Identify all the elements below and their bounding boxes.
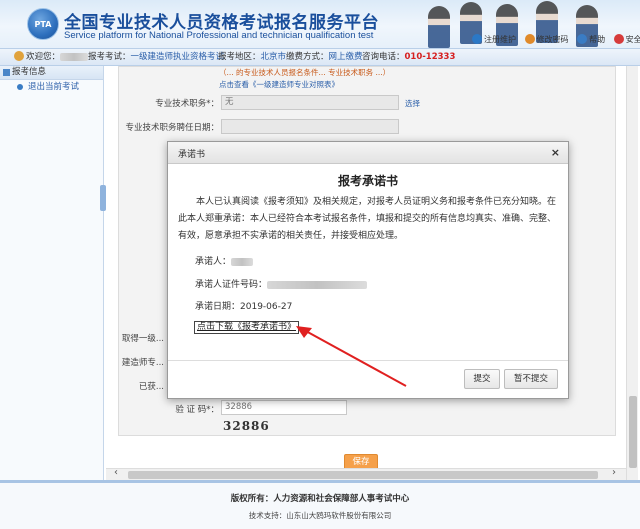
sidebar-item-exit-exam[interactable]: 退出当前考试 — [0, 80, 103, 94]
pledger-name-redacted — [231, 257, 254, 266]
horizontal-scrollbar[interactable]: ‹ › — [106, 467, 626, 480]
pledger-id-row: 承诺人证件号码： — [195, 277, 368, 290]
account-links: 注册维护 修改密码 帮助 安全退出 — [472, 34, 640, 45]
horizontal-scroll-thumb[interactable] — [128, 471, 598, 479]
username-redacted — [60, 52, 89, 61]
form-note: （... 的专业技术人员报名条件... 专业技术职务 ...） — [219, 68, 391, 77]
builder-major-label: 建造师专... — [121, 358, 164, 368]
left-sidebar: 报考信息 退出当前考试 — [0, 66, 104, 480]
title-label: 专业技术职务*： — [155, 99, 219, 109]
vertical-scroll-thumb[interactable] — [629, 396, 637, 468]
site-subtitle: Service platform for National Profession… — [64, 30, 374, 41]
change-password-link[interactable]: 修改密码 — [524, 34, 569, 44]
user-icon — [14, 51, 24, 61]
dialog-titlebar[interactable]: 承诺书 × — [168, 142, 568, 164]
annotation-arrow-icon — [296, 326, 407, 387]
pledge-text: 本人已认真阅读《报考须知》及相关规定，对报考人员证明义务和报考条件已充分知晓。在… — [178, 197, 557, 241]
hotline-number: 010-12333 — [404, 52, 456, 62]
register-maintain-link[interactable]: 注册维护 — [472, 34, 516, 44]
captcha-input[interactable]: 32886 — [221, 400, 347, 415]
dialog-title: 承诺书 — [178, 150, 206, 160]
help-link[interactable]: 帮助 — [577, 34, 605, 44]
close-icon[interactable]: × — [551, 146, 560, 159]
payment-method: 网上缴费 — [328, 52, 363, 62]
power-icon — [613, 34, 624, 44]
copyright-text: 版权所有：人力资源和社会保障部人事考试中心 — [230, 494, 410, 504]
pta-logo: PTA — [27, 8, 59, 40]
key-icon — [524, 34, 535, 44]
hire-date-label: 专业技术职务聘任日期： — [125, 123, 219, 133]
tech-support-text: 技术支持：山东山大鸥玛软件股份有限公司 — [248, 511, 392, 520]
scroll-right-arrow-icon[interactable]: › — [612, 467, 616, 478]
welcome-text: 欢迎您： — [14, 49, 89, 65]
scroll-left-arrow-icon[interactable]: ‹ — [114, 467, 118, 478]
submit-button[interactable]: 提交 — [464, 369, 500, 389]
pledger-id-redacted — [267, 280, 368, 289]
title-field[interactable]: 无 — [221, 95, 399, 110]
folder-icon — [3, 69, 10, 76]
page-footer: 版权所有：人力资源和社会保障部人事考试中心 技术支持：山东山大鸥玛软件股份有限公… — [0, 480, 640, 529]
already-label: 已获... — [138, 382, 164, 392]
region-value: 北京市 — [260, 52, 287, 62]
sidebar-header[interactable]: 报考信息 — [0, 66, 103, 80]
exam-name: 一级建造师执业资格考试 — [130, 52, 225, 62]
pledge-date: 2019-06-27 — [240, 302, 293, 312]
logout-link[interactable]: 安全退出 — [613, 34, 640, 44]
captcha-image[interactable]: 32886 — [223, 419, 270, 433]
hire-date-field[interactable] — [221, 119, 399, 134]
title-select-link[interactable]: 选择 — [405, 98, 420, 109]
pledge-heading: 报考承诺书 — [337, 174, 398, 188]
help-icon — [577, 34, 588, 44]
pledge-date-row: 承诺日期：2019-06-27 — [195, 302, 293, 312]
not-submit-button[interactable]: 暂不提交 — [504, 369, 558, 389]
pledger-row: 承诺人： — [195, 254, 254, 267]
vertical-scrollbar[interactable] — [626, 66, 638, 480]
user-info-bar: 欢迎您： 报考考试：一级建造师执业资格考试 报考地区：北京市 缴费方式：网上缴费… — [0, 48, 640, 66]
download-pledge-link[interactable]: 点击下载《报考承诺书》 — [194, 321, 300, 334]
obtain-label: 取得一级... — [121, 334, 164, 344]
bullet-icon — [17, 84, 23, 90]
major-table-link[interactable]: 点击查看《一级建造师专业对照表》 — [219, 79, 339, 90]
register-icon — [472, 34, 482, 44]
captcha-label: 验 证 码*： — [175, 405, 219, 415]
